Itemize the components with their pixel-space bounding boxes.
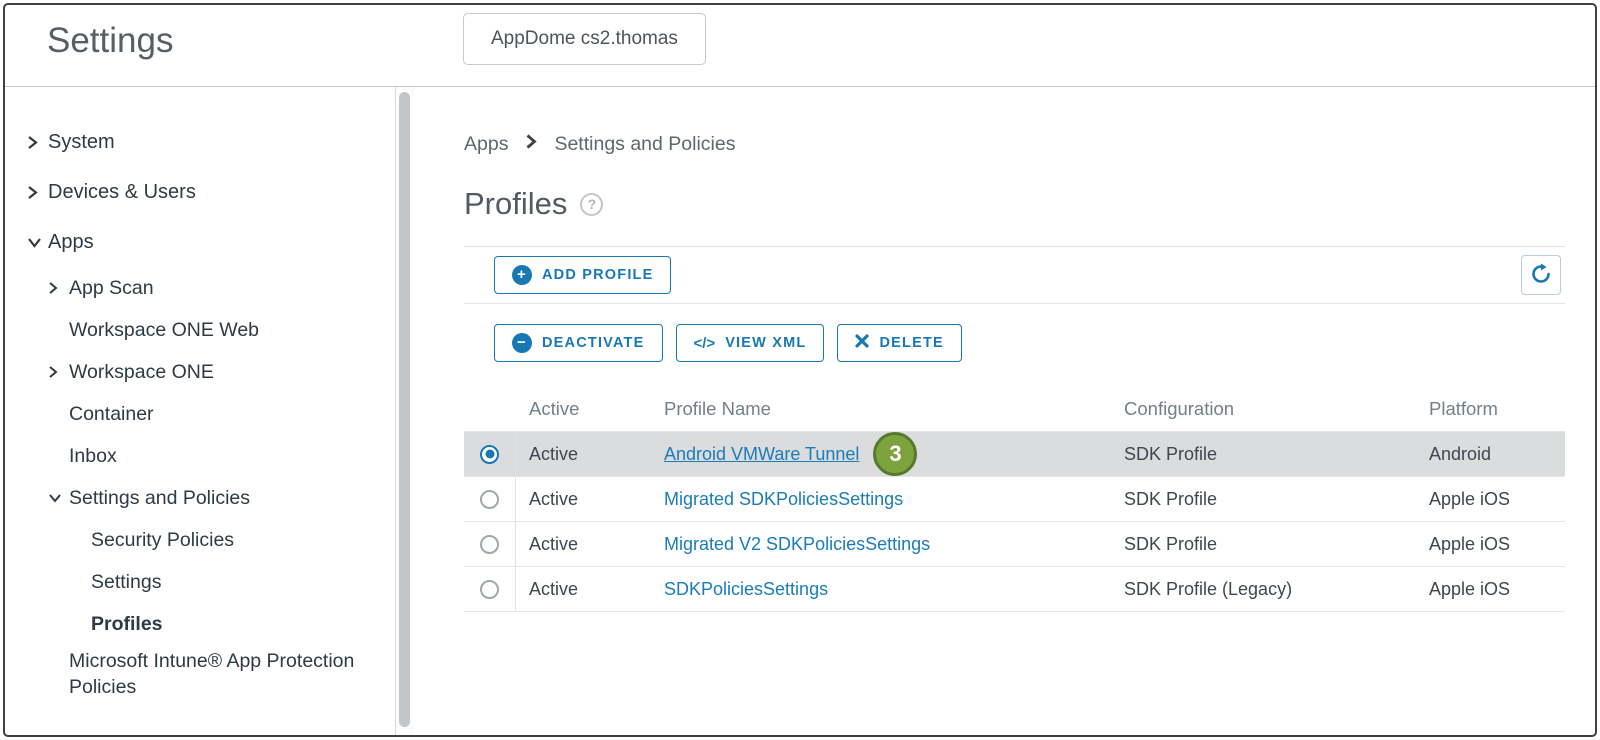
row-radio-cell — [464, 522, 516, 566]
active-status: Active — [516, 489, 654, 510]
column-header-platform: Platform — [1429, 398, 1565, 420]
sidebar-item-security-policies[interactable]: Security Policies — [5, 519, 395, 561]
minus-circle-icon: − — [512, 333, 532, 353]
sidebar-item-label: Inbox — [69, 445, 395, 468]
breadcrumb-apps[interactable]: Apps — [464, 133, 508, 156]
table-row[interactable]: Active Migrated V2 SDKPoliciesSettings S… — [464, 522, 1565, 567]
active-status: Active — [516, 534, 654, 555]
row-radio-cell — [464, 567, 516, 611]
configuration-value: SDK Profile — [1124, 489, 1429, 510]
primary-toolbar: + ADD PROFILE — [464, 246, 1565, 304]
sidebar-item-label: Microsoft Intune® App Protection Policie… — [69, 648, 389, 700]
column-header-configuration: Configuration — [1124, 398, 1429, 420]
sidebar-item-workspace-one-web[interactable]: Workspace ONE Web — [5, 309, 395, 351]
column-header-active: Active — [516, 398, 654, 420]
table-row[interactable]: Active SDKPoliciesSettings SDK Profile (… — [464, 567, 1565, 612]
page-header: Settings AppDome cs2.thomas — [5, 5, 1595, 87]
table-row[interactable]: Active Android VMWare Tunnel 3 SDK Profi… — [464, 432, 1565, 477]
column-header-profile-name: Profile Name — [654, 398, 1124, 420]
breadcrumb: Apps Settings and Policies — [464, 133, 1565, 156]
active-status: Active — [516, 444, 654, 465]
sidebar-item-profiles[interactable]: Profiles — [5, 603, 395, 645]
configuration-value: SDK Profile (Legacy) — [1124, 579, 1429, 600]
add-profile-button[interactable]: + ADD PROFILE — [494, 256, 671, 294]
sidebar-item-container[interactable]: Container — [5, 393, 395, 435]
active-status: Active — [516, 579, 654, 600]
refresh-icon — [1530, 263, 1552, 288]
configuration-value: SDK Profile — [1124, 534, 1429, 555]
sidebar-item-apps[interactable]: Apps — [5, 217, 395, 267]
sidebar-item-label: Apps — [48, 231, 395, 254]
delete-label: DELETE — [879, 335, 943, 351]
radio-selected[interactable] — [480, 445, 499, 464]
breadcrumb-chevron-icon — [525, 133, 537, 156]
radio-unselected[interactable] — [480, 535, 499, 554]
profile-name-link[interactable]: Migrated V2 SDKPoliciesSettings — [664, 534, 930, 555]
sidebar-scrollbar[interactable] — [396, 87, 414, 735]
sidebar-item-label: System — [48, 131, 395, 154]
sidebar-item-label: Security Policies — [91, 529, 395, 552]
profile-name-link[interactable]: SDKPoliciesSettings — [664, 579, 828, 600]
sidebar-item-settings[interactable]: Settings — [5, 561, 395, 603]
sidebar-item-workspace-one[interactable]: Workspace ONE — [5, 351, 395, 393]
sidebar-item-label: Devices & Users — [48, 181, 395, 204]
help-icon[interactable]: ? — [580, 193, 603, 216]
breadcrumb-settings-and-policies[interactable]: Settings and Policies — [554, 133, 735, 156]
radio-unselected[interactable] — [480, 490, 499, 509]
sidebar-item-label: Settings — [91, 571, 395, 594]
sidebar-item-label: Workspace ONE Web — [69, 319, 395, 342]
chevron-right-icon — [27, 185, 48, 200]
settings-sidebar: System Devices & Users Apps App Scan Wor… — [5, 87, 395, 735]
chevron-down-icon — [27, 237, 48, 248]
deactivate-label: DEACTIVATE — [542, 335, 645, 351]
sidebar-item-intune-app-protection[interactable]: Microsoft Intune® App Protection Policie… — [5, 645, 395, 700]
row-radio-cell — [464, 477, 516, 521]
sidebar-item-label: Container — [69, 403, 395, 426]
chevron-right-icon — [48, 281, 69, 295]
sidebar-item-label: Workspace ONE — [69, 361, 395, 384]
deactivate-button[interactable]: − DEACTIVATE — [494, 324, 663, 362]
selection-toolbar: − DEACTIVATE </> VIEW XML DELETE — [464, 324, 1565, 362]
view-xml-button[interactable]: </> VIEW XML — [676, 324, 825, 362]
sidebar-item-system[interactable]: System — [5, 117, 395, 167]
organization-group-button[interactable]: AppDome cs2.thomas — [463, 13, 706, 65]
sidebar-item-label: Profiles — [91, 613, 395, 636]
sidebar-item-inbox[interactable]: Inbox — [5, 435, 395, 477]
sidebar-item-label: Settings and Policies — [69, 487, 395, 510]
plus-circle-icon: + — [512, 265, 532, 285]
view-xml-label: VIEW XML — [725, 335, 806, 351]
x-icon — [855, 334, 869, 352]
profile-name-link[interactable]: Migrated SDKPoliciesSettings — [664, 489, 903, 510]
platform-value: Apple iOS — [1429, 579, 1565, 600]
table-row[interactable]: Active Migrated SDKPoliciesSettings SDK … — [464, 477, 1565, 522]
configuration-value: SDK Profile — [1124, 444, 1429, 465]
annotation-step-badge: 3 — [873, 432, 917, 476]
sidebar-item-label: App Scan — [69, 277, 395, 300]
platform-value: Apple iOS — [1429, 489, 1565, 510]
delete-button[interactable]: DELETE — [837, 324, 961, 362]
page-title-settings: Settings — [47, 21, 173, 61]
main-content: Apps Settings and Policies Profiles ? + … — [414, 87, 1595, 735]
chevron-down-icon — [48, 493, 69, 503]
radio-unselected[interactable] — [480, 580, 499, 599]
add-profile-label: ADD PROFILE — [542, 267, 653, 283]
sidebar-item-app-scan[interactable]: App Scan — [5, 267, 395, 309]
settings-window: Settings AppDome cs2.thomas System Devic… — [3, 3, 1597, 737]
profile-name-link[interactable]: Android VMWare Tunnel — [664, 444, 859, 465]
platform-value: Apple iOS — [1429, 534, 1565, 555]
code-icon: </> — [694, 335, 716, 352]
sidebar-item-settings-and-policies[interactable]: Settings and Policies — [5, 477, 395, 519]
refresh-button[interactable] — [1521, 255, 1561, 295]
profiles-page-title: Profiles — [464, 186, 567, 222]
platform-value: Android — [1429, 444, 1565, 465]
table-header-row: Active Profile Name Configuration Platfo… — [464, 386, 1565, 432]
profiles-table: Active Profile Name Configuration Platfo… — [464, 386, 1565, 612]
scrollbar-thumb[interactable] — [399, 92, 410, 727]
chevron-right-icon — [48, 365, 69, 379]
sidebar-item-devices-users[interactable]: Devices & Users — [5, 167, 395, 217]
row-radio-cell — [464, 432, 516, 476]
chevron-right-icon — [27, 135, 48, 150]
